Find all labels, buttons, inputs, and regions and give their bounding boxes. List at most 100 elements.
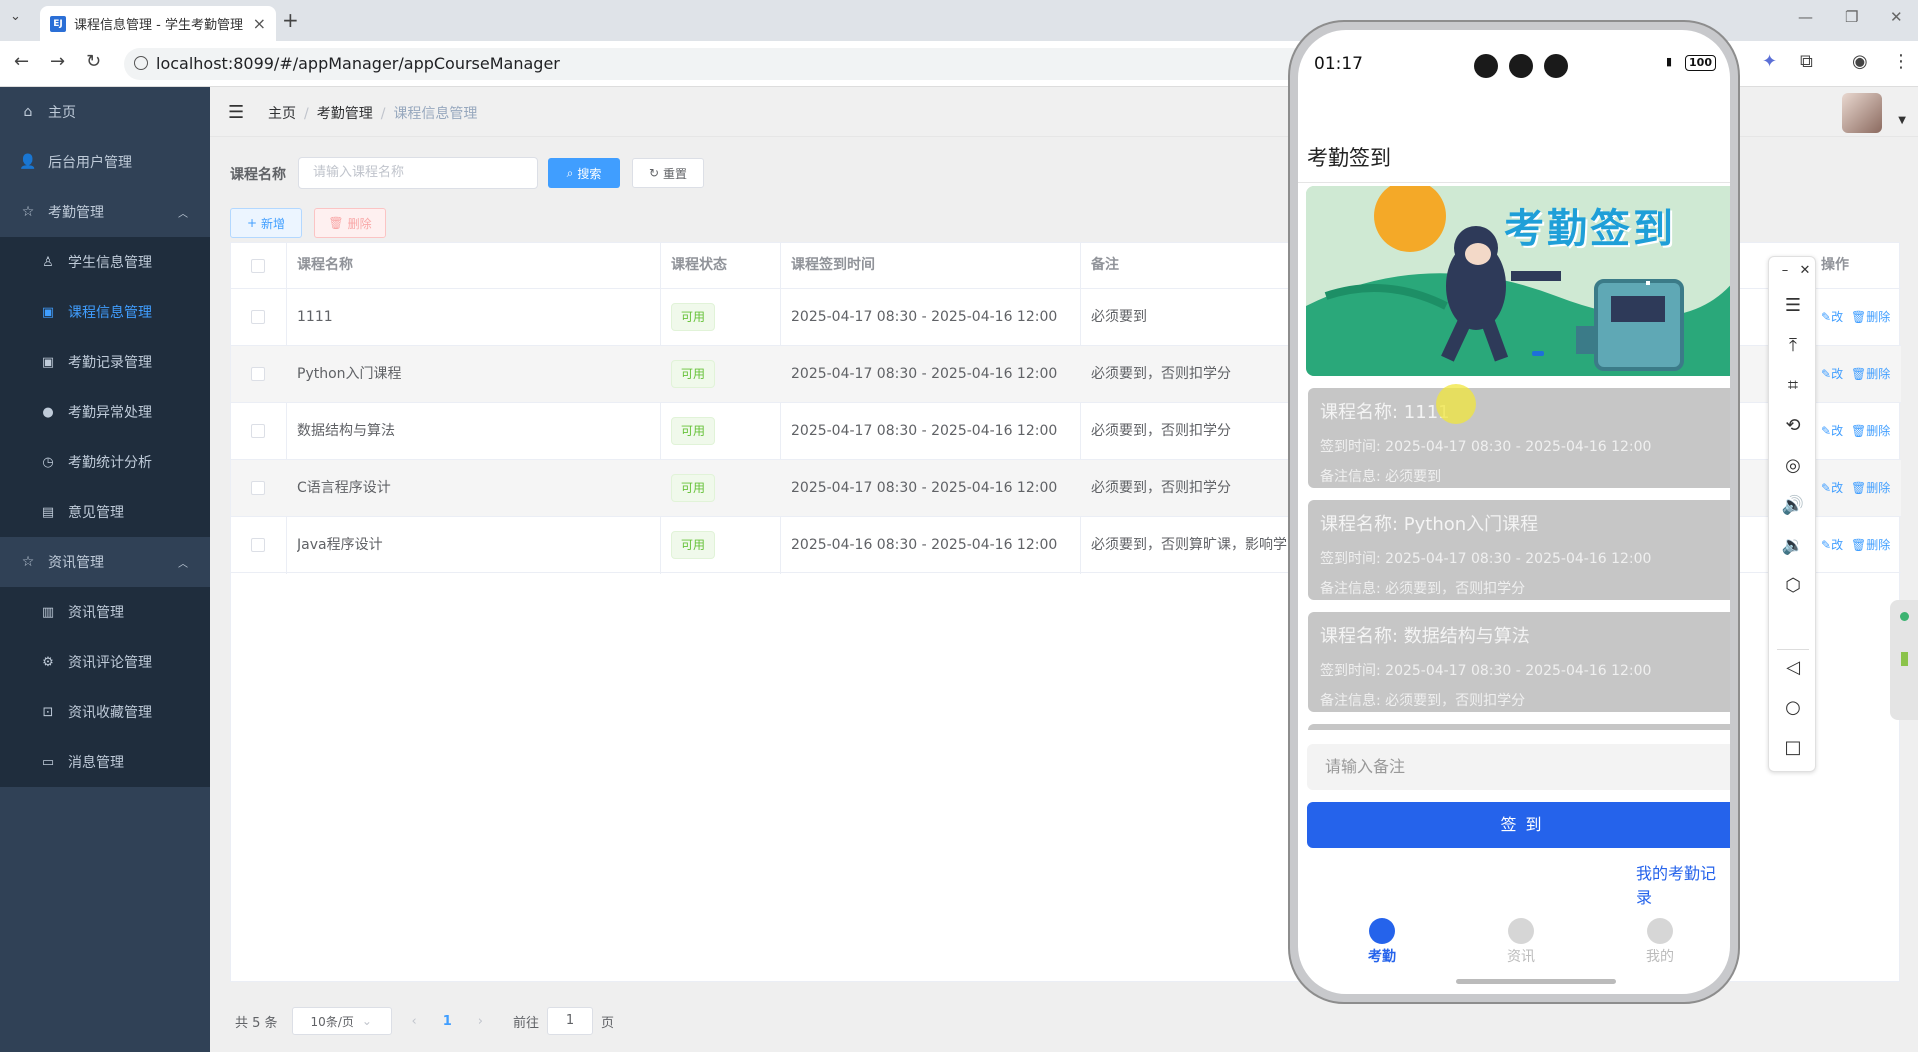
sidebar-item-news[interactable]: ☆ 资讯管理 ︿ [0,537,210,587]
row-checkbox[interactable] [251,538,265,552]
url-input[interactable]: localhost:8099/#/appManager/appCourseMan… [124,48,1374,80]
next-page-icon[interactable]: › [478,1014,483,1029]
menu-icon[interactable]: ☰ [1769,295,1817,316]
tab-news[interactable]: 资讯 [1491,918,1551,966]
sidebar-item-courses[interactable]: ▣ 课程信息管理 [0,287,210,337]
course-name-input[interactable]: 请输入课程名称 [298,157,538,189]
home-icon[interactable]: ○ [1769,697,1817,718]
tab-label: 我的 [1646,949,1674,965]
remark-input[interactable]: 请输入备注 [1307,744,1730,790]
back-icon[interactable]: ← [14,51,29,72]
course-card[interactable]: 课程名称: 数据结构与算法 签到时间: 2025-04-17 08:30 - 2… [1308,612,1730,712]
close-window-icon[interactable]: ✕ [1890,8,1903,26]
status-badge: 可用 [671,417,716,445]
fold-icon[interactable]: ⬡ [1769,575,1817,596]
phone-emulator: 01:17 ▮ 100 考勤签到 考勤签到 课程名称: 1111 签到时间: 2… [1288,20,1740,1004]
sign-in-button[interactable]: 签 到 [1307,802,1730,848]
sidebar-item-attendance[interactable]: ☆ 考勤管理 ︿ [0,187,210,237]
performance-widget[interactable] [1890,600,1918,720]
course-card[interactable]: 课程名称: Python入门课程 签到时间: 2025-04-17 08:30 … [1308,500,1730,600]
new-tab-icon[interactable]: + [282,8,299,32]
my-records-link[interactable]: 我的考勤记录 [1636,860,1730,908]
sidebar-item-news-favorites[interactable]: ⊡ 资讯收藏管理 [0,687,210,737]
edit-link[interactable]: ✎改 [1821,308,1843,325]
location-icon[interactable]: ◎ [1769,455,1817,476]
sidebar-item-label: 后台用户管理 [48,155,132,171]
menu-dots-icon[interactable]: ⋮ [1892,51,1910,72]
delete-link[interactable]: 🗑删除 [1851,536,1890,553]
banner-image[interactable]: 考勤签到 [1306,186,1730,376]
collapse-menu-icon[interactable]: ☰ [228,102,244,123]
close-icon[interactable]: ✕ [1781,263,1829,278]
row-checkbox[interactable] [251,481,265,495]
sidebar-item-messages[interactable]: ▭ 消息管理 [0,737,210,787]
user-icon: 👤 [19,154,37,170]
breadcrumb-current: 课程信息管理 [393,106,478,122]
profile-icon[interactable]: ◉ [1852,51,1868,72]
goto-page-input[interactable]: 1 [547,1007,594,1035]
tab-attendance[interactable]: 考勤 [1352,918,1412,966]
sidebar-item-stats[interactable]: ◷ 考勤统计分析 [0,437,210,487]
sidebar-item-home[interactable]: ⌂ 主页 [0,87,210,137]
breadcrumb-home[interactable]: 主页 [268,106,296,122]
home-indicator[interactable] [1456,979,1616,984]
cell-time: 2025-04-16 08:30 - 2025-04-16 12:00 [791,537,1058,553]
sidebar-item-records[interactable]: ▣ 考勤记录管理 [0,337,210,387]
add-button[interactable]: + 新增 [230,208,302,238]
volume-down-icon[interactable]: 🔉 [1769,535,1817,556]
minimize-icon[interactable]: — [1798,8,1813,26]
tab-close-icon[interactable]: × [253,14,266,33]
tab-search-icon[interactable]: ⌄ [10,9,21,24]
course-card[interactable]: 课程名称: 1111 签到时间: 2025-04-17 08:30 - 2025… [1308,388,1730,488]
sidebar-item-label: 考勤管理 [48,205,104,221]
delete-link[interactable]: 🗑删除 [1851,479,1890,496]
site-info-icon[interactable] [134,56,148,70]
delete-link[interactable]: 🗑删除 [1851,422,1890,439]
reload-icon[interactable]: ↻ [86,51,101,72]
url-text: localhost:8099/#/appManager/appCourseMan… [156,54,560,73]
restore-icon[interactable]: ❐ [1845,8,1858,26]
avatar[interactable] [1842,93,1882,133]
tab-mine[interactable]: 我的 [1630,918,1690,966]
edit-link[interactable]: ✎改 [1821,422,1843,439]
row-checkbox[interactable] [251,367,265,381]
plus-icon: + [246,216,258,230]
overview-icon[interactable]: □ [1769,737,1817,758]
crop-icon[interactable]: ⌗ [1769,375,1817,396]
extension-icon[interactable]: ✦ [1762,51,1777,72]
sidebar-item-label: 资讯评论管理 [68,655,152,671]
goto-prefix: 前往 [513,1015,540,1031]
pin-top-icon[interactable]: ⤒ [1769,335,1817,356]
extensions-puzzle-icon[interactable]: ⧉ [1800,51,1813,72]
reset-button[interactable]: ↻ 重置 [632,158,704,188]
browser-tab[interactable]: EJ 课程信息管理 - 学生考勤管理系 × [40,6,276,41]
page-size-select[interactable]: 10条/页 ⌄ [291,1007,392,1035]
rotate-icon[interactable]: ⟲ [1769,415,1817,436]
search-button[interactable]: ⌕ 搜索 [548,158,620,188]
card-time: 签到时间: 2025-04-17 08:30 - 2025-04-16 12:0… [1320,551,1652,567]
sidebar-item-admin-users[interactable]: 👤 后台用户管理 [0,137,210,187]
row-checkbox[interactable] [251,310,265,324]
sidebar-item-news-comments[interactable]: ⚙ 资讯评论管理 [0,637,210,687]
delete-button[interactable]: 🗑 删除 [314,208,386,238]
edit-link[interactable]: ✎改 [1821,365,1843,382]
cell-name: 数据结构与算法 [297,423,395,439]
sidebar-item-students[interactable]: ♙ 学生信息管理 [0,237,210,287]
forward-icon[interactable]: → [50,51,65,72]
select-all-checkbox[interactable] [251,259,265,273]
news-icon [1508,918,1534,944]
sidebar-item-exceptions[interactable]: ● 考勤异常处理 [0,387,210,437]
edit-link[interactable]: ✎改 [1821,479,1843,496]
back-icon[interactable]: ◁ [1769,657,1817,678]
favicon-icon: EJ [50,15,66,32]
volume-up-icon[interactable]: 🔊 [1769,495,1817,516]
sidebar-item-news-manage[interactable]: ▥ 资讯管理 [0,587,210,637]
row-checkbox[interactable] [251,424,265,438]
delete-link[interactable]: 🗑删除 [1851,308,1890,325]
prev-page-icon[interactable]: ‹ [412,1014,417,1029]
caret-down-icon[interactable]: ▼ [1898,115,1906,126]
edit-link[interactable]: ✎改 [1821,536,1843,553]
page-number[interactable]: 1 [443,1014,452,1029]
delete-link[interactable]: 🗑删除 [1851,365,1890,382]
sidebar-item-feedback[interactable]: ▤ 意见管理 [0,487,210,537]
